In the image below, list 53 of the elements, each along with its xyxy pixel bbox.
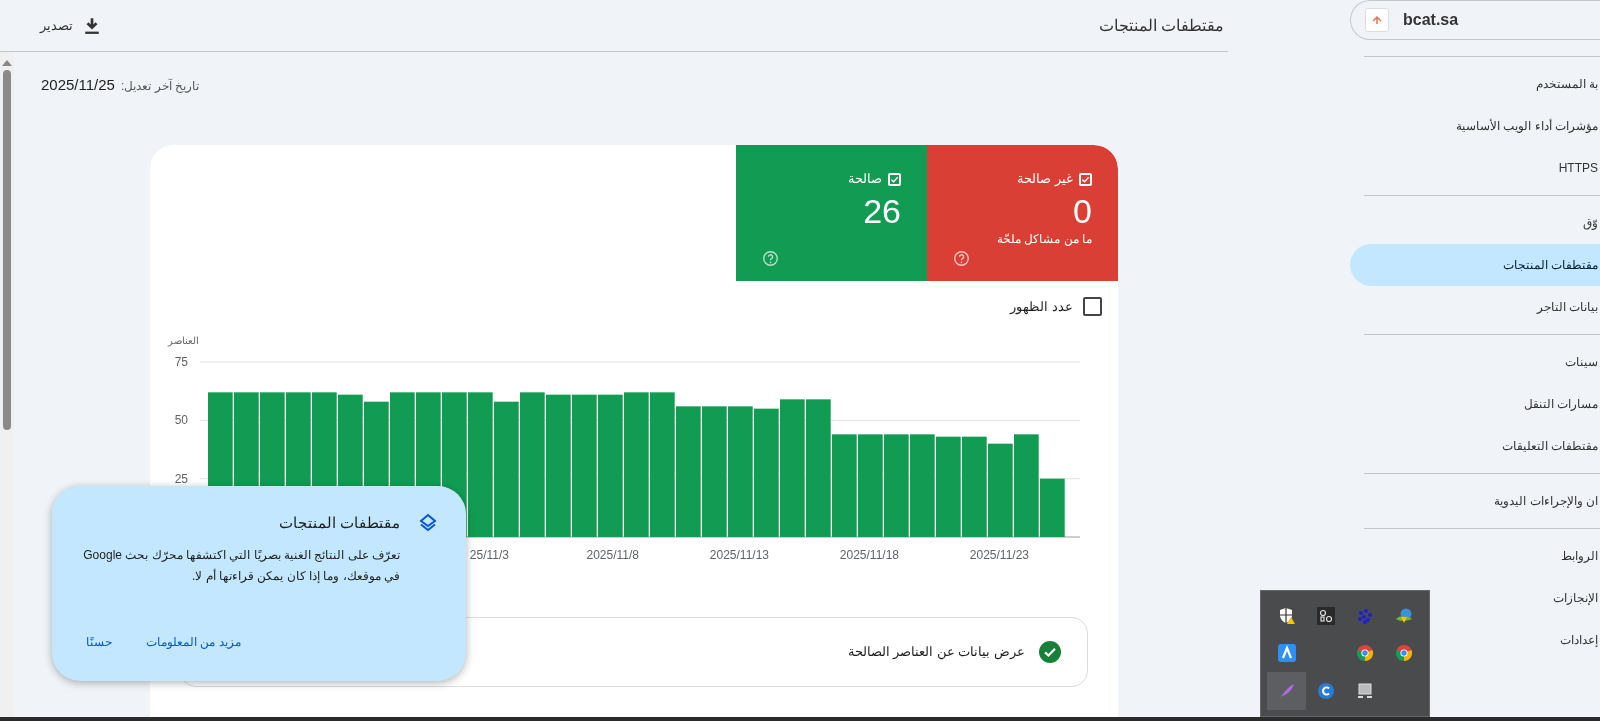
- page-title: مقتطفات المنتجات: [1098, 15, 1224, 36]
- network-icon[interactable]: [1355, 682, 1374, 701]
- nav-item[interactable]: بة المستخدم: [1350, 63, 1600, 105]
- dots-icon[interactable]: [1355, 606, 1374, 625]
- layers-icon: [418, 513, 438, 534]
- axis-label: 2025/11/13: [709, 547, 769, 562]
- export-button[interactable]: تصدير: [40, 10, 101, 41]
- nav-item[interactable]: الروابط: [1350, 535, 1600, 577]
- nav-item[interactable]: مقتطفات المنتجات: [1350, 244, 1600, 286]
- axis-label: 25/11/3: [469, 547, 509, 562]
- impressions-toggle[interactable]: عدد الظهور: [1010, 297, 1102, 317]
- axis-label: 2025/11/18: [839, 547, 899, 562]
- nav-item[interactable]: مسارات التنقل: [1350, 383, 1600, 425]
- shield-icon[interactable]: [1277, 606, 1296, 625]
- dismiss-button[interactable]: حسنًا: [86, 633, 112, 651]
- axis-label: 2025/11/23: [969, 547, 1029, 562]
- tile-label: صالحة: [848, 171, 882, 187]
- details-label: عرض بيانات عن العناصر الصالحة: [847, 642, 1025, 662]
- app-icon[interactable]: [1277, 644, 1296, 663]
- tile-count: 26: [863, 191, 901, 231]
- check-circle-icon: [1039, 640, 1061, 663]
- checkbox[interactable]: [1083, 297, 1102, 317]
- logo-icon[interactable]: [1316, 606, 1335, 625]
- tile-label: غير صالحة: [1017, 171, 1073, 187]
- tile-count: 0: [1073, 191, 1092, 231]
- popup-text: تعرّف على النتائج الغنية بصريًا التي اكتشفها محرّك بحث Google في موقعك، وما إذا كان يمكن قراءتها أم لا.: [82, 546, 400, 585]
- globe-icon[interactable]: [1394, 606, 1413, 625]
- nav-item[interactable]: مؤشرات أداء الويب الأساسية: [1350, 105, 1600, 147]
- browser-icon[interactable]: [1394, 644, 1413, 663]
- download-icon: [83, 16, 101, 35]
- axis-label: 25: [174, 471, 188, 486]
- nav-item[interactable]: HTTPS: [1350, 147, 1600, 189]
- axis-label: 75: [174, 354, 188, 369]
- axis-title: العناصر: [168, 334, 199, 346]
- axis-label: 50: [174, 412, 188, 427]
- checkmark-icon: [890, 174, 899, 184]
- scroll-up-arrow-icon[interactable]: [2, 60, 12, 66]
- last-updated-label: تاريخ آخر تعديل:: [120, 77, 199, 95]
- nav-item[interactable]: سينات: [1350, 341, 1600, 383]
- nav-item[interactable]: مقتطفات التعليقات: [1350, 425, 1600, 467]
- tile-note: ما من مشاكل ملحّة: [997, 231, 1092, 247]
- checkmark-icon: [1081, 174, 1090, 184]
- popup-title: مقتطفات المنتجات: [278, 513, 400, 533]
- site-favicon-icon: [1365, 8, 1389, 32]
- nav-item[interactable]: وّق: [1350, 202, 1600, 244]
- last-updated-value: 2025/11/25: [41, 75, 115, 95]
- axis-label: 2025/11/8: [586, 547, 639, 562]
- circle-app-icon[interactable]: [1316, 682, 1335, 701]
- help-icon[interactable]: [953, 250, 970, 267]
- nav-item[interactable]: ان والإجراءات اليدوية: [1350, 480, 1600, 522]
- nav-item[interactable]: بيانات التاجر: [1350, 286, 1600, 328]
- browser-icon[interactable]: [1355, 644, 1374, 663]
- property-name: bcat.sa: [1403, 10, 1459, 30]
